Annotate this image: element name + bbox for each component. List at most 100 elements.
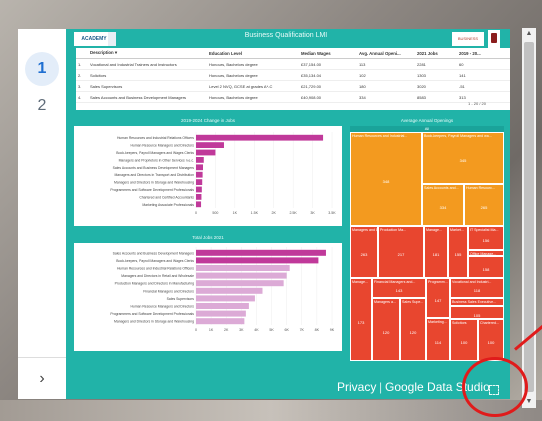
bar[interactable] (196, 249, 326, 256)
bar[interactable] (196, 303, 249, 309)
treemap-cell[interactable]: Business Sales Executive... (450, 298, 504, 306)
bar[interactable] (196, 280, 284, 287)
bar[interactable] (196, 157, 204, 163)
table-header-annual-openings[interactable]: Avg. Annual Openi... (357, 48, 415, 59)
category-label: Human Resources and Industrial Relations… (117, 267, 194, 271)
treemap-cell[interactable]: Financial Managers and... 143 (372, 278, 426, 298)
table-cell: 3. (76, 80, 88, 92)
table-row[interactable]: 4. Sales Accounts and Business Developme… (76, 91, 510, 103)
table-cell: 102 (357, 69, 415, 81)
x-tick-label: 1K (209, 328, 214, 332)
scroll-up-icon[interactable]: ▲ (522, 28, 536, 40)
bar[interactable] (196, 257, 319, 264)
bar[interactable] (196, 287, 263, 294)
privacy-link[interactable]: Privacy (337, 380, 376, 394)
table-cell: Level 2 NVQ, GCSE at grades A*-C (207, 80, 299, 92)
treemap-cell-label: Marketing... (428, 320, 447, 324)
table-header-change[interactable]: 2019 - 20... (457, 48, 510, 59)
treemap-cell-label: Programm... (428, 280, 448, 284)
treemap-cell-label: Solicitors (452, 321, 467, 325)
treemap-cell-value: 173 (357, 319, 365, 325)
treemap-cell[interactable]: 158 (468, 256, 504, 278)
category-label: Programmers and Software Development Pro… (110, 312, 194, 316)
treemap-cell-value: 217 (397, 252, 405, 257)
x-tick-label: 8K (315, 328, 320, 332)
treemap-cell[interactable]: Human Resources and Industrial... 348 (350, 132, 422, 226)
x-tick-label: 1.5K (251, 211, 259, 215)
treemap-cell[interactable]: Human Resourc... 265 (464, 184, 504, 226)
treemap-cell[interactable]: Marketing... 114 (426, 318, 450, 361)
table-cell: Vocational and Industrial Trainers and I… (88, 58, 207, 70)
bar[interactable] (196, 142, 224, 148)
treemap-cell[interactable]: Manage... 173 (350, 278, 372, 361)
table-row[interactable]: 3. Sales Supervisors Level 2 NVQ, GCSE a… (76, 80, 510, 92)
treemap-cell[interactable]: 105 (450, 306, 504, 319)
bar[interactable] (196, 272, 287, 279)
category-label: Sales Accounts and Business Development … (113, 166, 195, 170)
treemap-cell[interactable]: IT Specialist Ma... 156 (468, 226, 504, 250)
table-header-2021-jobs[interactable]: 2021 Jobs (415, 48, 457, 59)
report-title: Business Qualification LMI (244, 32, 328, 39)
x-tick-label: 2K (272, 211, 277, 215)
table-cell: £40,908.00 (299, 91, 357, 103)
category-label: Book-keepers, Payroll Managers and Wages… (116, 259, 194, 263)
treemap-cell[interactable]: Sales Accounts and... 334 (422, 184, 464, 226)
treemap-cell[interactable]: Production Ma... 217 (378, 226, 424, 278)
table-header-education[interactable]: Education Level (207, 48, 299, 59)
table-header-median-wages[interactable]: Median Wages (299, 48, 357, 59)
treemap-cell-label: Production Ma... (380, 228, 407, 232)
bar[interactable] (196, 194, 202, 200)
treemap-cell[interactable]: Managers and Dir... 263 (350, 226, 378, 278)
bar[interactable] (196, 179, 203, 185)
bar[interactable] (196, 310, 246, 317)
treemap-cell-label: Human Resources and Industrial... (352, 134, 408, 138)
treemap-cell[interactable]: Solicitors 100 (450, 319, 478, 361)
bar[interactable] (196, 171, 203, 178)
treemap-cell[interactable]: Vocational and Industri... 118 (450, 278, 504, 298)
category-label: Programmers and Software Development Pro… (110, 188, 194, 192)
x-tick-label: 6K (284, 328, 289, 332)
treemap-cell[interactable]: Chartered... 100 (478, 319, 504, 361)
category-label: Sales Supervisors (167, 297, 195, 301)
bar[interactable] (196, 295, 255, 302)
table-row[interactable]: 1. Vocational and Industrial Trainers an… (76, 58, 510, 70)
x-tick-label: 4K (254, 328, 259, 332)
category-label: Managers and Directors in Storage and Wa… (114, 320, 194, 324)
treemap-cell[interactable]: Programm... 147 (426, 278, 450, 318)
treemap-cell[interactable]: Manage... 181 (424, 226, 448, 278)
table-header-index (76, 48, 88, 59)
x-tick-label: 9K (330, 328, 335, 332)
table-row[interactable]: 2. Solicitors Honours, Bachelors degree … (76, 69, 510, 81)
bar[interactable] (196, 149, 216, 156)
page-1-button[interactable]: 1 (25, 52, 59, 86)
next-page-icon[interactable]: › (32, 369, 52, 389)
bar[interactable] (196, 134, 324, 141)
treemap-cell-label: Sales Accounts and... (424, 186, 459, 190)
table-cell: Honours, Bachelors degree (207, 69, 299, 81)
table-cell: £37,154.00 (299, 58, 357, 70)
bar[interactable] (196, 318, 245, 325)
treemap-cell[interactable]: Market... 155 (448, 226, 468, 278)
table-header-description[interactable]: Description ▾ (88, 48, 207, 59)
category-label: Production Managers and Directors in Man… (115, 282, 194, 286)
page-scrollbar[interactable]: ▲ ▼ (522, 28, 536, 408)
bar[interactable] (196, 164, 203, 171)
treemap-cell[interactable]: Book-keepers, Payroll Managers and wa...… (422, 132, 504, 184)
treemap-cell-value: 120 (409, 329, 417, 335)
treemap-cell-label: Financial Managers and... (374, 280, 416, 284)
treemap-cell[interactable]: Sales Supe... 120 (400, 298, 426, 361)
treemap-cell[interactable]: Managers a... 120 (372, 298, 400, 361)
table-pagination[interactable]: 1 - 20 / 20 (468, 101, 486, 106)
x-tick-label: 5K (269, 328, 274, 332)
occupation-table: Description ▾ Education Level Median Wag… (76, 48, 510, 110)
treemap-cell-label: Manage... (426, 228, 442, 232)
table-cell: Honours, Bachelors degree (207, 58, 299, 70)
bar[interactable] (196, 201, 202, 208)
treemap-cell-value: 143 (395, 288, 403, 293)
bar[interactable] (196, 186, 202, 193)
treemap-cell-label: Vocational and Industri... (452, 280, 492, 284)
page-2-button[interactable]: 2 (25, 89, 59, 123)
academy-logo-mark (108, 32, 116, 46)
x-tick-label: 3.5K (328, 211, 336, 215)
bar[interactable] (196, 265, 290, 271)
